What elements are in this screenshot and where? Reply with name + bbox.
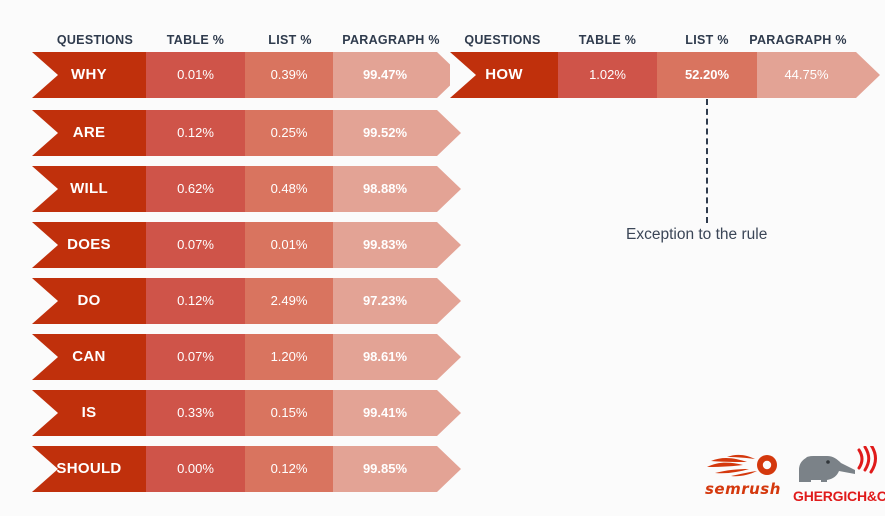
row-paragraph-cell: 44.75%	[757, 52, 856, 98]
semrush-wordmark: semrush	[705, 480, 781, 498]
row-list-cell: 0.39%	[245, 52, 333, 98]
left-header-table: TABLE %	[166, 33, 225, 47]
ghergich-wordmark: GHERGICH&Co.	[793, 488, 885, 504]
row-paragraph-cell: 98.88%	[333, 166, 437, 212]
row-list-cell: 1.20%	[245, 334, 333, 380]
row-list-cell: 52.20%	[657, 52, 757, 98]
right-header-questions: QUESTIONS	[464, 33, 541, 47]
row-paragraph-cell: 99.52%	[333, 110, 437, 156]
left-header-questions: QUESTIONS	[56, 33, 134, 47]
row-paragraph-cell: 99.41%	[333, 390, 437, 436]
right-header-paragraph: PARAGRAPH %	[749, 33, 847, 47]
arrow-tip-icon	[437, 222, 461, 268]
arrow-tip-icon	[856, 52, 880, 98]
row-table-cell: 0.12%	[146, 278, 245, 324]
row-list-cell: 0.01%	[245, 222, 333, 268]
left-header-paragraph: PARAGRAPH %	[342, 33, 440, 47]
row-list-cell: 2.49%	[245, 278, 333, 324]
ghergich-logo[interactable]: GHERGICH&Co.	[793, 446, 885, 504]
annotation-label: Exception to the rule	[626, 226, 768, 243]
row-table-cell: 0.07%	[146, 334, 245, 380]
row-paragraph-cell: 99.85%	[333, 446, 437, 492]
row-table-cell: 1.02%	[558, 52, 657, 98]
row-table-cell: 0.12%	[146, 110, 245, 156]
row-table-cell: 0.07%	[146, 222, 245, 268]
arrow-tip-icon	[437, 390, 461, 436]
comet-flame-icon	[707, 454, 777, 477]
arrow-tip-icon	[437, 334, 461, 380]
row-list-cell: 0.12%	[245, 446, 333, 492]
row-paragraph-cell: 97.23%	[333, 278, 437, 324]
elephant-signal-icon	[799, 446, 877, 482]
annotation-dashed-line	[706, 99, 708, 223]
infographic-canvas: QUESTIONS TABLE % LIST % PARAGRAPH % WHY…	[0, 0, 885, 516]
row-list-cell: 0.15%	[245, 390, 333, 436]
row-table-cell: 0.00%	[146, 446, 245, 492]
row-paragraph-cell: 99.47%	[333, 52, 437, 98]
row-table-cell: 0.01%	[146, 52, 245, 98]
row-paragraph-cell: 98.61%	[333, 334, 437, 380]
right-header-table: TABLE %	[578, 33, 637, 47]
arrow-tip-icon	[437, 166, 461, 212]
row-list-cell: 0.25%	[245, 110, 333, 156]
left-header-list: LIST %	[268, 33, 312, 47]
row-table-cell: 0.62%	[146, 166, 245, 212]
row-table-cell: 0.33%	[146, 390, 245, 436]
arrow-tip-icon	[437, 278, 461, 324]
arrow-tip-icon	[437, 110, 461, 156]
row-paragraph-cell: 99.83%	[333, 222, 437, 268]
arrow-tip-icon	[437, 446, 461, 492]
semrush-logo[interactable]: semrush	[705, 452, 785, 502]
row-list-cell: 0.48%	[245, 166, 333, 212]
